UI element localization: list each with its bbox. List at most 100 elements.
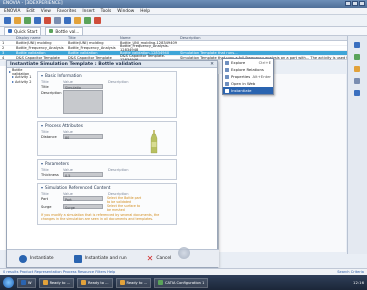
instantiate-button[interactable]: Instantiate <box>15 253 58 265</box>
menu-item-properties[interactable]: Properties Alt+Enter <box>223 73 273 80</box>
col-title: Title <box>41 129 49 134</box>
menu-tools[interactable]: Tools <box>101 9 112 14</box>
row-title: Bottle(UNI) molding <box>68 41 104 45</box>
menu-window[interactable]: Window <box>117 9 134 14</box>
settings-icon[interactable] <box>54 17 61 24</box>
collapse-icon[interactable] <box>41 74 43 77</box>
pin-icon[interactable] <box>354 42 360 48</box>
taskbar-item[interactable]: Ready to ... <box>38 277 75 288</box>
field-row: Thickness 0.5 <box>38 172 176 179</box>
search-icon[interactable] <box>34 17 41 24</box>
taskbar-item[interactable]: W <box>17 277 36 288</box>
status-left[interactable]: 0 results Product Representation Process… <box>3 270 115 274</box>
home-icon[interactable] <box>4 17 11 24</box>
tree-item[interactable]: Activity 2 <box>9 79 37 84</box>
menu-enovia[interactable]: ENOVIA <box>4 9 20 14</box>
menu-item-open-in-web[interactable]: Open in Web <box>223 80 273 87</box>
tab-bottle-validation[interactable]: Bottle val... <box>45 26 84 36</box>
delete-icon[interactable] <box>44 17 51 24</box>
minimize-button[interactable] <box>345 1 351 6</box>
taskbar-item[interactable]: Ready to ... <box>77 277 113 288</box>
menu-edit[interactable]: Edit <box>26 9 34 14</box>
window-title: ENOVIA - [3DEXPERIENCE] <box>3 1 63 6</box>
grid-header-cell[interactable]: Display name <box>16 36 68 40</box>
close-window-button[interactable] <box>359 1 365 6</box>
field-row: Description <box>38 90 176 117</box>
section-parameters: Parameters Title Value Description Thick… <box>37 159 177 180</box>
taskbar-item[interactable]: Ready to ... <box>115 277 152 288</box>
expand-icon[interactable] <box>9 70 11 73</box>
distance-input[interactable]: 80 <box>63 134 103 140</box>
dialog-close-icon[interactable]: ✕ <box>210 62 214 67</box>
menu-bar: ENOVIA Edit View Favorites Insert Tools … <box>0 8 367 15</box>
section-header[interactable]: Process Attributes <box>38 122 176 129</box>
star-icon[interactable] <box>74 17 81 24</box>
row-index: 1 <box>2 41 5 45</box>
taskbar-item[interactable]: CATIA Configuration 1 <box>154 277 209 288</box>
window-title-bar: ENOVIA - [3DEXPERIENCE] <box>0 0 367 8</box>
col-value: Value <box>63 167 73 172</box>
properties-icon <box>225 74 229 79</box>
share-icon[interactable] <box>354 78 360 84</box>
cancel-button[interactable]: ✕ Cancel <box>143 253 176 265</box>
filter-icon[interactable] <box>84 17 91 24</box>
title-input[interactable]: Simulatio <box>63 84 103 90</box>
document-icon <box>49 29 54 33</box>
section-header[interactable]: Parameters <box>38 160 176 167</box>
info-icon[interactable] <box>354 90 360 96</box>
field-label: Distance <box>41 135 57 139</box>
maximize-button[interactable] <box>352 1 358 6</box>
start-button[interactable] <box>3 277 14 288</box>
col-value: Value <box>63 79 73 84</box>
thickness-input[interactable]: 0.5 <box>63 172 103 178</box>
grid-header-cell[interactable] <box>0 36 16 40</box>
menu-item-label: Explore <box>231 60 246 65</box>
menu-item-shortcut: Ctrl+E <box>258 60 271 65</box>
field-row: Surge Surge Select the surface to be mes… <box>38 204 176 212</box>
menu-favorites[interactable]: Favorites <box>57 9 76 14</box>
right-toolbar <box>347 36 367 254</box>
menu-item-instantiate[interactable]: Instantiate <box>223 87 273 94</box>
collapse-icon[interactable] <box>41 162 43 165</box>
field-label: Thickness <box>41 173 59 177</box>
col-title: Title <box>41 191 49 196</box>
folder-icon[interactable] <box>14 17 21 24</box>
tab-quick-start[interactable]: Quick Start <box>4 26 42 36</box>
surge-selector[interactable]: Surge <box>63 204 103 210</box>
grid-header-cell[interactable]: Title <box>68 36 120 40</box>
refresh-icon[interactable] <box>24 17 31 24</box>
close-icon[interactable] <box>94 17 101 24</box>
menu-help[interactable]: Help <box>140 9 150 14</box>
template-form: Basic Information Title Value Descriptio… <box>37 71 177 228</box>
menu-insert[interactable]: Insert <box>82 9 94 14</box>
tag-icon[interactable] <box>354 54 360 60</box>
collapse-icon[interactable] <box>41 124 43 127</box>
col-description: Description <box>108 167 129 172</box>
menu-view[interactable]: View <box>41 9 51 14</box>
grid-icon[interactable] <box>64 17 71 24</box>
description-input[interactable] <box>63 90 103 114</box>
field-row: Part Part Select the Bottle part to be v… <box>38 196 176 204</box>
instantiate-and-run-button[interactable]: Instantiate and run <box>70 253 131 265</box>
activity-tree: Bottle validation Activity 1 Activity 2 <box>9 68 37 84</box>
button-label: Instantiate and run <box>84 256 127 261</box>
menu-item-label: Properties <box>231 74 251 79</box>
grid-header-cell[interactable]: Description <box>180 36 367 40</box>
collapse-icon[interactable] <box>41 186 43 189</box>
menu-item-label: Instantiate <box>231 88 252 93</box>
col-value: Value <box>63 129 73 134</box>
search-criteria-link[interactable]: Search Criteria <box>337 270 364 274</box>
grid-header-cell[interactable]: Name <box>120 36 180 40</box>
section-header[interactable]: Simulation Referenced Content <box>38 184 176 191</box>
tree-item[interactable]: Bottle validation <box>9 68 37 76</box>
expand-icon[interactable] <box>12 80 14 83</box>
app-icon <box>119 280 125 285</box>
menu-item-explore-relations[interactable]: Explore Relations <box>223 66 273 73</box>
section-header[interactable]: Basic Information <box>38 72 176 79</box>
bookmark-icon[interactable] <box>354 66 360 72</box>
part-selector[interactable]: Part <box>63 196 103 202</box>
menu-item-explore[interactable]: Explore Ctrl+E <box>223 59 273 66</box>
expand-icon[interactable] <box>12 75 14 78</box>
menu-item-shortcut: Alt+Enter <box>252 74 271 79</box>
row-index: 2 <box>2 46 5 50</box>
